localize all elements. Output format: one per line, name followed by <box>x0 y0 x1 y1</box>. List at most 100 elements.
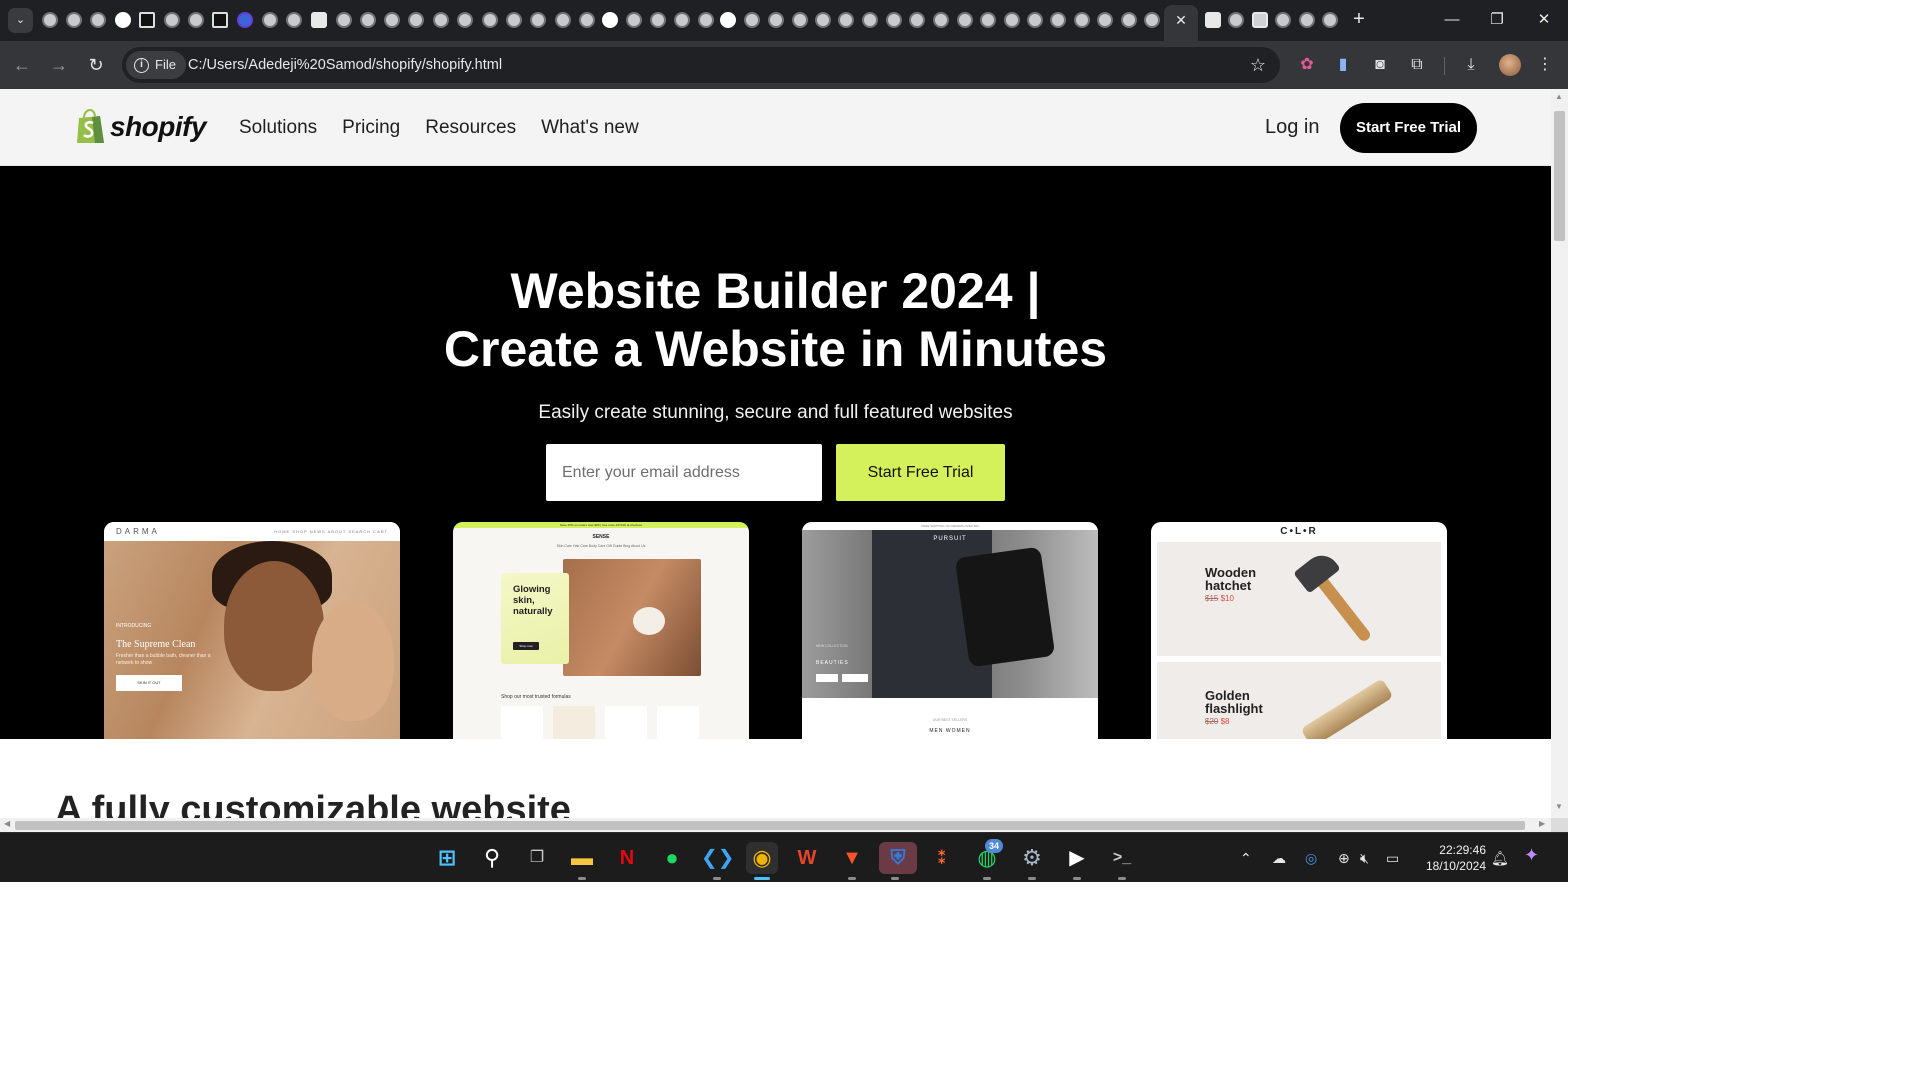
battery-icon[interactable]: ▭ <box>1386 849 1399 867</box>
docs-extension-icon[interactable]: ▮ <box>1333 55 1353 75</box>
tab-globe-icon[interactable] <box>1228 12 1244 28</box>
tab-globe-icon[interactable] <box>909 12 925 28</box>
new-tab-button[interactable]: + <box>1348 8 1370 32</box>
tab-globe-icon[interactable] <box>1074 12 1090 28</box>
tab-globe-icon[interactable] <box>1027 12 1043 28</box>
tab-chrome-icon[interactable] <box>886 12 902 28</box>
forward-arrow-icon[interactable]: → <box>47 53 71 77</box>
email-input[interactable] <box>546 444 822 501</box>
tab-globe-icon[interactable] <box>555 12 571 28</box>
media-player-icon[interactable]: ▶ <box>1061 842 1093 880</box>
tab-camera-icon[interactable] <box>1205 12 1221 28</box>
notification-bell-icon[interactable]: 🔔︎ <box>1491 849 1509 867</box>
tab-site-icon[interactable] <box>139 12 155 28</box>
whatsapp-icon[interactable]: ◍ 34 <box>971 839 1003 880</box>
chrome-icon[interactable]: ◉ <box>746 842 778 880</box>
vertical-scrollbar[interactable]: ▲ ▼ <box>1551 89 1568 818</box>
brave-icon[interactable]: ▼ <box>836 842 868 880</box>
tab-globe-icon[interactable] <box>698 12 714 28</box>
menu-kebab-icon[interactable]: ⋮ <box>1535 55 1555 75</box>
tab-globe-icon[interactable] <box>744 12 760 28</box>
wps-office-icon[interactable]: W <box>791 842 823 874</box>
address-bar[interactable]: i File C:/Users/Adedeji%20Samod/shopify/… <box>122 47 1280 83</box>
theme-preview-darma[interactable]: DARMA HOME SHOP NEWS ABOUT SEARCH CART I… <box>104 522 400 739</box>
hero-start-trial-button[interactable]: Start Free Trial <box>836 444 1005 501</box>
task-view-icon[interactable]: ❐ <box>521 842 553 874</box>
tab-chatgpt-icon[interactable] <box>720 12 736 28</box>
tab-globe-icon[interactable] <box>408 12 424 28</box>
tab-globe-icon[interactable] <box>262 12 278 28</box>
tab-globe-icon[interactable] <box>457 12 473 28</box>
tab-globe-icon[interactable] <box>286 12 302 28</box>
windows-start-icon[interactable]: ⊞ <box>431 842 463 874</box>
tab-globe-icon[interactable] <box>1050 12 1066 28</box>
tab-globe-icon[interactable] <box>1144 12 1160 28</box>
nav-whats-new[interactable]: What's new <box>541 117 639 139</box>
tab-site-icon[interactable] <box>212 12 228 28</box>
settings-icon[interactable]: ⚙ <box>1016 842 1048 880</box>
reload-icon[interactable]: ↻ <box>84 53 108 77</box>
tab-globe-icon[interactable] <box>579 12 595 28</box>
dev-tool-icon[interactable]: ⁑ <box>926 842 958 874</box>
tab-globe-icon[interactable] <box>336 12 352 28</box>
tab-google-icon[interactable] <box>115 12 131 28</box>
bookmark-star-icon[interactable]: ☆ <box>1250 55 1266 75</box>
theme-preview-colr[interactable]: C•L•R Wooden hatchet $15 $10 Golden flas… <box>1151 522 1447 739</box>
profile-avatar[interactable] <box>1499 54 1521 76</box>
spotify-icon[interactable]: ● <box>656 842 688 874</box>
search-icon[interactable]: ⚲ <box>476 842 508 874</box>
tab-globe-icon[interactable] <box>1121 12 1137 28</box>
close-window-button[interactable]: ✕ <box>1524 8 1564 32</box>
header-start-trial-button[interactable]: Start Free Trial <box>1340 103 1477 153</box>
tab-chrome-icon[interactable] <box>768 12 784 28</box>
scroll-down-arrow-icon[interactable]: ▼ <box>1555 802 1563 811</box>
shopify-logo[interactable]: shopify <box>74 108 207 146</box>
tab-globe-icon[interactable] <box>1004 12 1020 28</box>
site-info-chip[interactable]: i File <box>126 51 186 79</box>
horizontal-scroll-thumb[interactable] <box>15 821 1525 830</box>
color-picker-extension-icon[interactable]: ✿ <box>1297 55 1317 75</box>
file-explorer-icon[interactable]: ▬ <box>566 842 598 880</box>
tab-globe-icon[interactable] <box>1097 12 1113 28</box>
tab-globe-icon[interactable] <box>433 12 449 28</box>
tab-globe-icon[interactable] <box>188 12 204 28</box>
tab-globe-icon[interactable] <box>506 12 522 28</box>
horizontal-scrollbar[interactable]: ◀ ▶ <box>0 818 1551 832</box>
download-icon[interactable]: ⤓ <box>1461 55 1481 75</box>
camera-extension-icon[interactable]: ◙ <box>1370 55 1390 75</box>
extensions-puzzle-icon[interactable]: ⧉ <box>1407 55 1427 75</box>
terminal-icon[interactable]: >_ <box>1106 842 1138 880</box>
nav-solutions[interactable]: Solutions <box>239 117 317 139</box>
close-icon[interactable]: ✕ <box>1175 12 1187 28</box>
onedrive-cloud-icon[interactable]: ☁ <box>1272 849 1286 867</box>
scroll-up-arrow-icon[interactable]: ▲ <box>1555 92 1563 101</box>
tab-canva-icon[interactable] <box>237 12 253 28</box>
tab-globe-icon[interactable] <box>862 12 878 28</box>
tab-globe-icon[interactable] <box>674 12 690 28</box>
url-text[interactable]: C:/Users/Adedeji%20Samod/shopify/shopify… <box>188 47 502 83</box>
tab-globe-icon[interactable] <box>792 12 808 28</box>
tab-globe-icon[interactable] <box>164 12 180 28</box>
tab-globe-icon[interactable] <box>650 12 666 28</box>
tab-globe-icon[interactable] <box>838 12 854 28</box>
tab-globe-icon[interactable] <box>1275 12 1291 28</box>
tab-chrome-icon[interactable] <box>482 12 498 28</box>
copilot-icon[interactable]: ✦ <box>1524 846 1539 864</box>
nav-pricing[interactable]: Pricing <box>342 117 400 139</box>
tray-app-icon[interactable]: ◎ <box>1305 849 1317 867</box>
tray-overflow-chevron-icon[interactable]: ⌃ <box>1240 849 1252 867</box>
netflix-icon[interactable]: N <box>611 842 643 874</box>
tab-globe-icon[interactable] <box>626 12 642 28</box>
tab-puzzle-icon[interactable] <box>1252 12 1268 28</box>
nav-resources[interactable]: Resources <box>425 117 516 139</box>
tab-globe-icon[interactable] <box>384 12 400 28</box>
vscode-icon[interactable]: ❮❯ <box>701 842 735 880</box>
tab-globe-icon[interactable] <box>530 12 546 28</box>
login-link[interactable]: Log in <box>1265 116 1320 139</box>
tab-globe-icon[interactable] <box>1299 12 1315 28</box>
system-clock[interactable]: 22:29:46 18/10/2024 <box>1416 842 1486 874</box>
tab-globe-icon[interactable] <box>957 12 973 28</box>
network-globe-icon[interactable]: ⊕ <box>1338 849 1350 867</box>
back-arrow-icon[interactable]: ← <box>10 53 34 77</box>
minimize-button[interactable]: — <box>1432 8 1472 32</box>
